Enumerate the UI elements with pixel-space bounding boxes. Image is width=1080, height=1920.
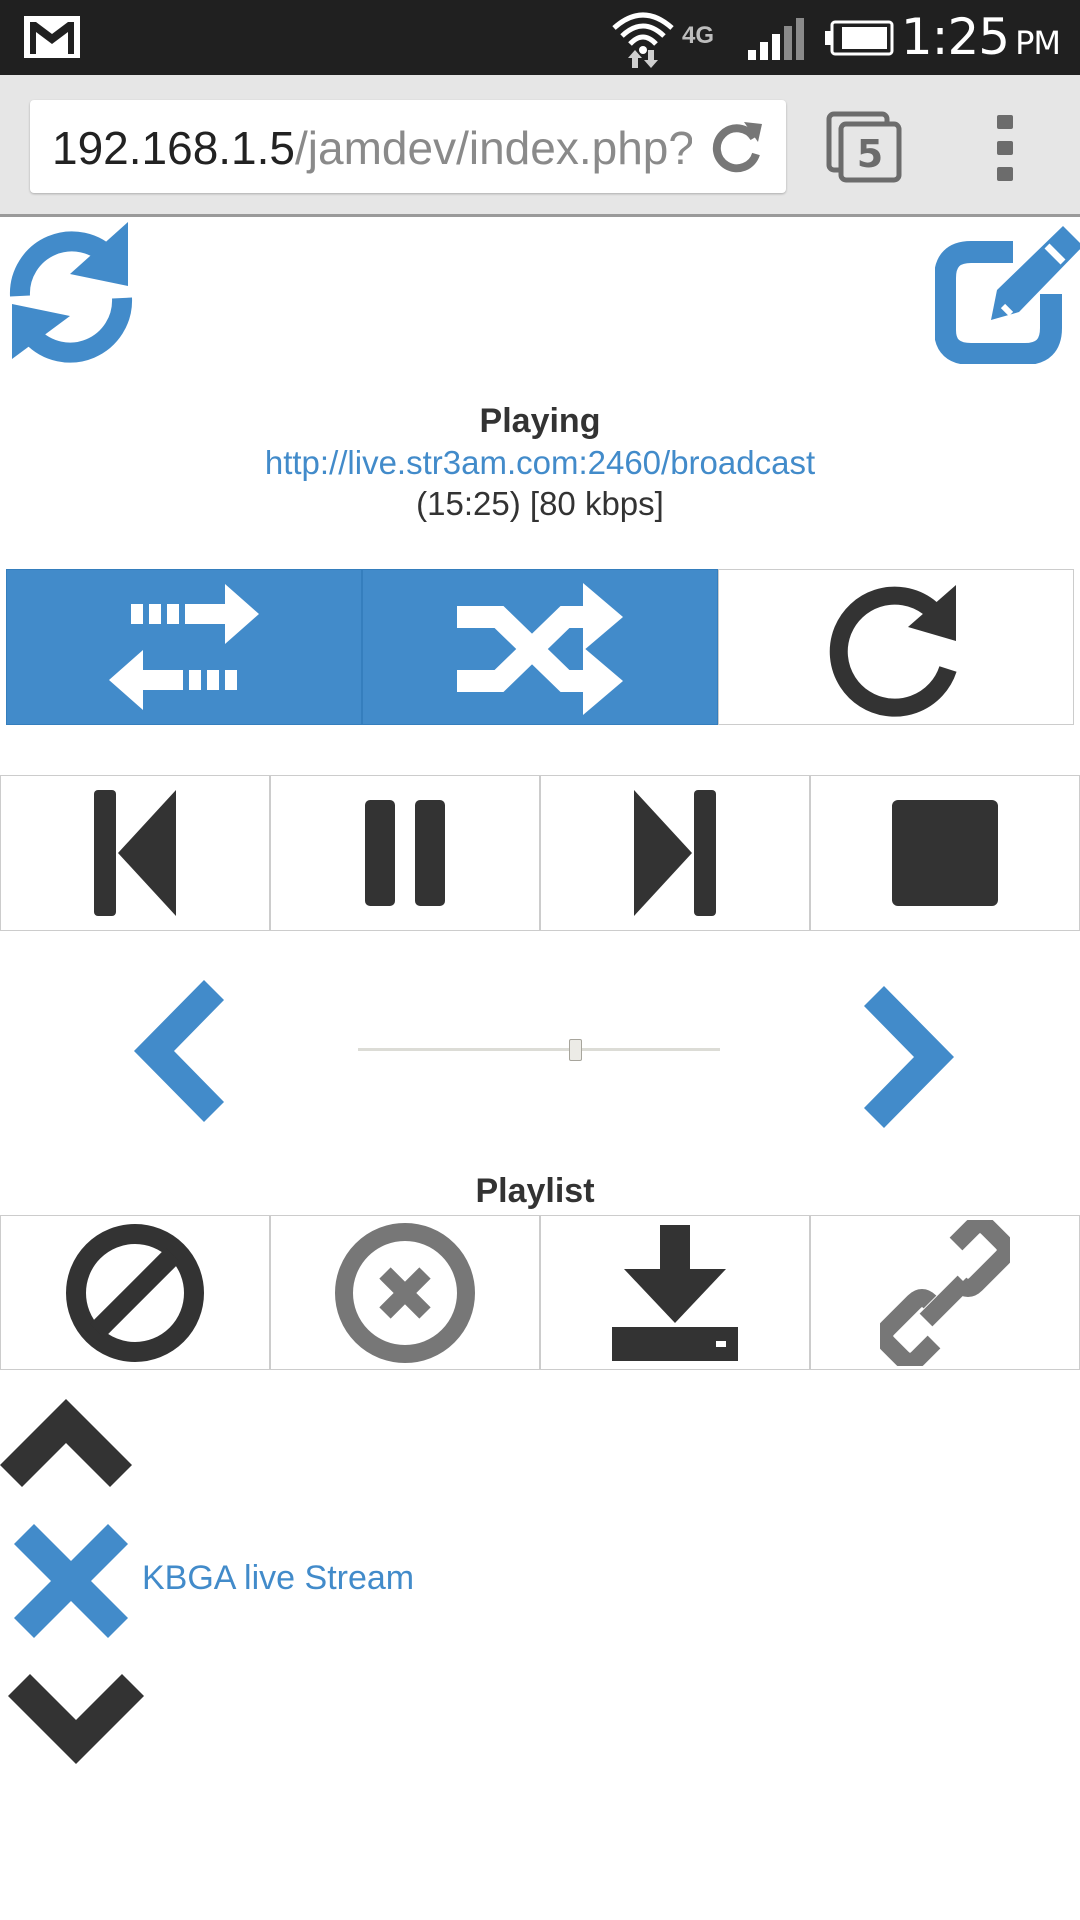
stop-button[interactable] (810, 775, 1080, 931)
clock: 1:25 PM (900, 8, 1061, 66)
browser-toolbar: 192.168.1.5/jamdev/index.php?l 5 (0, 75, 1080, 217)
previous-button[interactable] (0, 775, 270, 931)
shuffle-icon (457, 583, 623, 715)
repeat-icon (109, 584, 259, 710)
status-bar: 4G 1:25 PM (0, 0, 1080, 75)
reload-icon[interactable] (708, 118, 766, 176)
pause-icon (365, 800, 445, 906)
stream-info: (15:25) [80 kbps] (416, 485, 664, 522)
wifi-icon (612, 12, 674, 68)
move-up-icon[interactable] (0, 1395, 132, 1489)
url-host: 192.168.1.5 (52, 122, 296, 174)
move-down-icon[interactable] (8, 1672, 144, 1768)
clear-playlist-button[interactable] (0, 1215, 270, 1370)
stream-url-link[interactable]: http://live.str3am.com:2460/broadcast (0, 444, 1080, 482)
gmail-icon (24, 16, 80, 58)
overflow-menu-icon[interactable] (990, 113, 1020, 183)
link-button[interactable] (810, 1215, 1080, 1370)
url-path: /jamdev/index.php?l (295, 122, 692, 174)
download-icon (612, 1224, 738, 1361)
tab-count: 5 (857, 132, 883, 176)
delete-item-icon[interactable] (12, 1522, 130, 1640)
network-type-label: 4G (682, 22, 715, 49)
shuffle-button[interactable] (362, 569, 718, 725)
skip-previous-icon (94, 790, 176, 916)
volume-slider-track[interactable] (358, 1048, 720, 1051)
battery-icon (825, 20, 894, 56)
signal-icon (748, 18, 804, 60)
loop-icon (829, 585, 957, 717)
ban-icon (66, 1223, 204, 1362)
volume-slider-handle[interactable] (568, 1039, 582, 1061)
now-playing-heading: Playing (479, 402, 601, 440)
edit-icon[interactable] (935, 224, 1080, 364)
remove-button[interactable] (270, 1215, 540, 1370)
remove-circle-icon (335, 1222, 475, 1363)
download-button[interactable] (540, 1215, 810, 1370)
url-text[interactable]: 192.168.1.5/jamdev/index.php?l (52, 118, 692, 178)
repeat-single-button[interactable] (718, 569, 1074, 725)
pause-button[interactable] (270, 775, 540, 931)
next-button[interactable] (540, 775, 810, 931)
repeat-button[interactable] (6, 569, 362, 725)
skip-next-icon (634, 790, 716, 916)
playlist-heading: Playlist (475, 1172, 595, 1210)
refresh-icon[interactable] (0, 218, 142, 363)
seek-forward-icon[interactable] (858, 986, 960, 1128)
address-bar[interactable]: 192.168.1.5/jamdev/index.php?l (30, 100, 786, 193)
playlist-item-label[interactable]: KBGA live Stream (142, 1559, 414, 1598)
tab-switcher-button[interactable]: 5 (826, 111, 902, 183)
seek-back-icon[interactable] (128, 980, 230, 1122)
link-icon (880, 1219, 1010, 1366)
stop-icon (892, 800, 998, 906)
